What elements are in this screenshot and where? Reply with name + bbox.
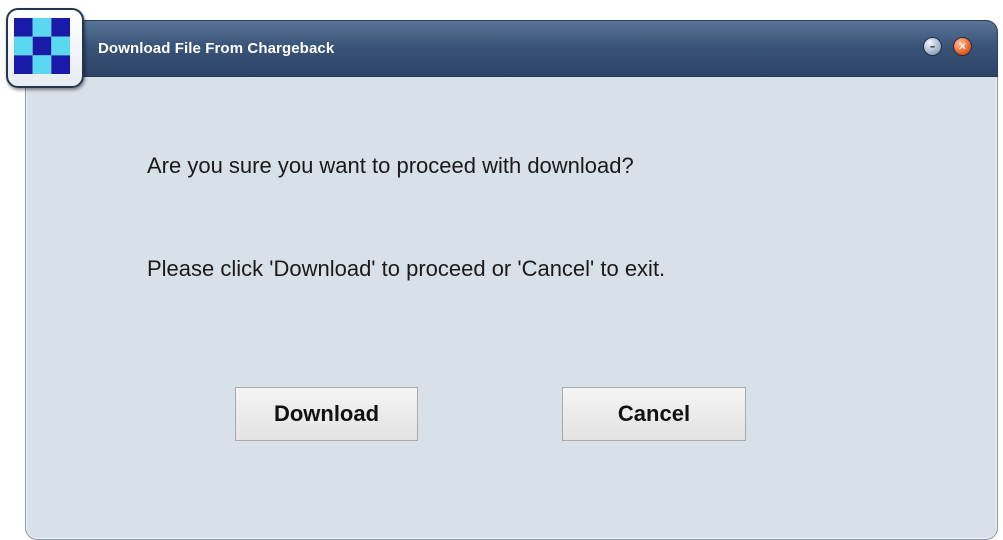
window-title: Download File From Chargeback (98, 40, 335, 57)
close-icon: ✕ (957, 40, 968, 53)
instruction-text: Please click 'Download' to proceed or 'C… (147, 256, 666, 281)
icon-cell (14, 36, 33, 56)
minimize-button[interactable]: – (923, 37, 942, 56)
download-button-label: Download (273, 401, 380, 426)
icon-cell (51, 36, 70, 56)
cancel-button-label: Cancel (617, 401, 691, 426)
download-button[interactable]: Download (235, 387, 418, 441)
icon-cell (32, 18, 52, 37)
icon-cell (51, 18, 70, 37)
checkerboard-app-icon (14, 18, 70, 74)
icon-cell (51, 55, 70, 74)
icon-cell (32, 36, 52, 56)
icon-cell (14, 55, 33, 74)
icon-cell (14, 18, 33, 37)
confirmation-question: Are you sure you want to proceed with do… (147, 153, 634, 178)
cancel-button[interactable]: Cancel (562, 387, 746, 441)
close-button[interactable]: ✕ (953, 37, 972, 56)
icon-cell (32, 55, 52, 74)
minimize-icon: – (929, 40, 936, 53)
